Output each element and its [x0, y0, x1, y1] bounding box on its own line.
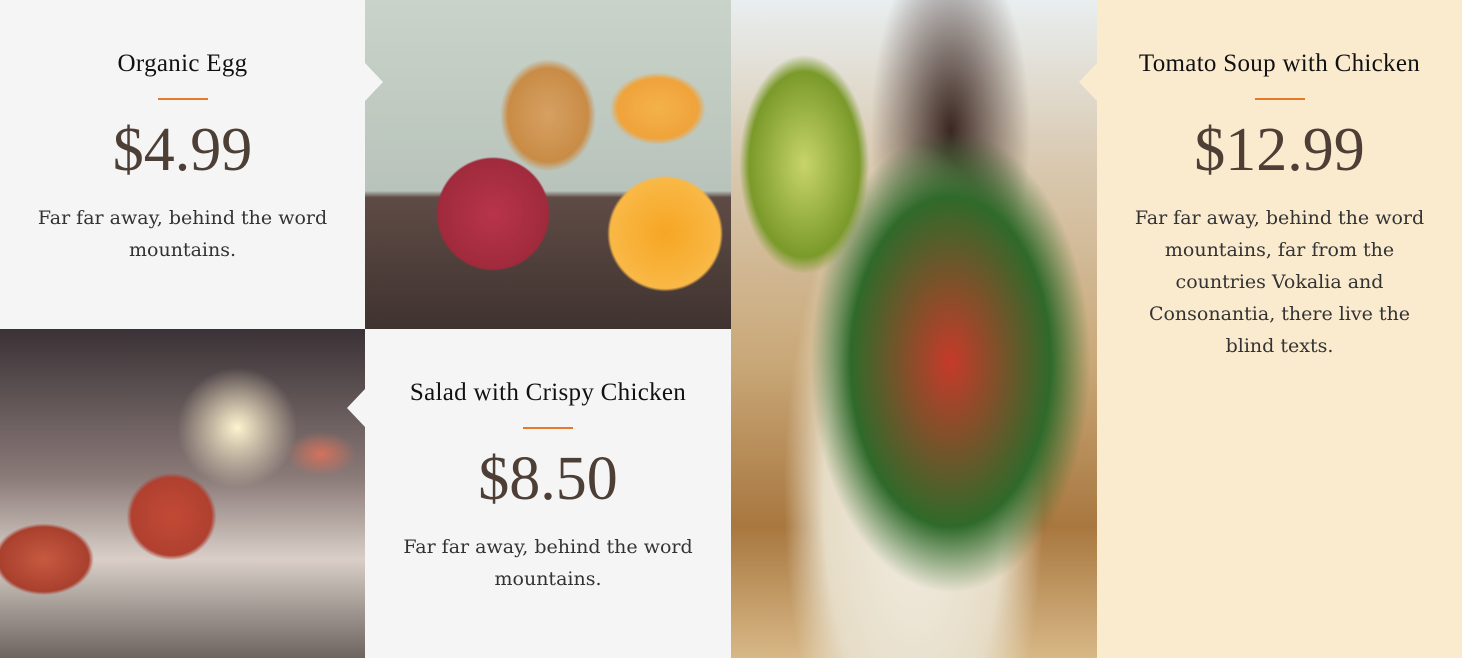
- pointer-arrow: [365, 63, 383, 101]
- item-description: Far far away, behind the word mountains.: [37, 207, 328, 262]
- item-title: Organic Egg: [117, 50, 248, 77]
- item-title: Tomato Soup with Chicken: [1138, 50, 1421, 77]
- divider: [157, 98, 208, 100]
- menu-item-organic-egg: Organic Egg $4.99 Far far away, behind t…: [0, 0, 383, 329]
- pointer-arrow: [347, 389, 365, 427]
- item-description: Far far away, behind the word mountains.: [403, 536, 693, 591]
- divider: [523, 427, 573, 429]
- item-description: Far far away, behind the word mountains,…: [1134, 207, 1425, 358]
- menu-item-salad: Salad with Crispy Chicken $8.50 Far far …: [347, 329, 731, 658]
- item-price: $4.99: [112, 116, 253, 184]
- item-title: Salad with Crispy Chicken: [409, 379, 687, 406]
- menu-grid: Organic Egg $4.99 Far far away, behind t…: [0, 0, 1462, 658]
- drinks-apple-orange-photo: [365, 0, 731, 329]
- tomato-salad-toast-photo: [731, 0, 1097, 658]
- menu-item-tomato-soup: Tomato Soup with Chicken $12.99 Far far …: [1079, 0, 1462, 658]
- rose-wine-glasses-photo: [0, 329, 365, 658]
- item-price: $12.99: [1194, 116, 1365, 184]
- pointer-arrow: [1079, 63, 1097, 101]
- item-price: $8.50: [478, 445, 618, 513]
- divider: [1254, 98, 1305, 100]
